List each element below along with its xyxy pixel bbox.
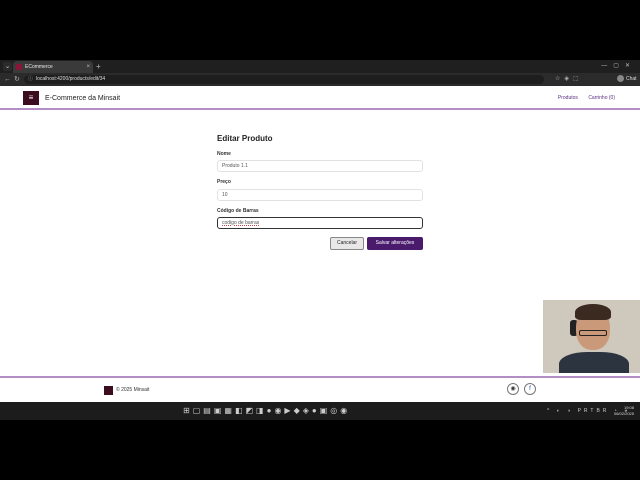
person-glasses bbox=[579, 330, 607, 336]
barcode-field[interactable]: codigo de barras bbox=[217, 217, 423, 229]
avatar bbox=[617, 75, 624, 83]
screen: ⌄ ECommerce × + —▢✕ ← ↻ ⓘ localhost:4200… bbox=[0, 60, 640, 420]
extension-icons[interactable]: ☆◈⬚ bbox=[555, 75, 583, 84]
tab-search-icon[interactable]: ⌄ bbox=[3, 62, 12, 71]
save-button[interactable]: Salvar alterações bbox=[367, 237, 423, 250]
taskbar-clock[interactable]: 19:08 06/02/2025 bbox=[614, 405, 634, 417]
os-taskbar: ⊞▢▤▣▦◧◩◨●◉▶◆◈●▣◎◉ ^ ◐ ◑ PRTBR ◔ ◕ ◖ 19:0… bbox=[0, 402, 640, 420]
minsait-logo-icon[interactable]: ≡ bbox=[23, 91, 39, 105]
browser-toolbar: ← ↻ ⓘ localhost:4200/products/edit/34 ☆◈… bbox=[0, 73, 640, 86]
favicon-icon bbox=[16, 64, 22, 70]
copyright-text: © 2025 Minsait bbox=[116, 387, 150, 393]
price-value: 10 bbox=[222, 192, 228, 198]
footer-logo-icon bbox=[104, 386, 113, 395]
tab-title: ECommerce bbox=[25, 64, 53, 70]
nav-link-produtos[interactable]: Produtos bbox=[558, 95, 578, 101]
nav-link-carrinho[interactable]: Carrinho (0) bbox=[588, 95, 615, 101]
page-title: Editar Produto bbox=[217, 134, 273, 143]
address-bar[interactable]: ⓘ localhost:4200/products/edit/34 bbox=[24, 75, 544, 84]
browser-tab-bar: ⌄ ECommerce × + —▢✕ bbox=[0, 60, 640, 73]
github-icon[interactable]: ◉ bbox=[507, 383, 519, 395]
name-field[interactable]: Produto 1.1 bbox=[217, 160, 423, 172]
reload-icon[interactable]: ↻ bbox=[14, 75, 20, 84]
site-info-icon[interactable]: ⓘ bbox=[28, 76, 33, 83]
cancel-button[interactable]: Cancelar bbox=[330, 237, 364, 250]
new-tab-icon[interactable]: + bbox=[96, 62, 101, 71]
profile-label: Chat bbox=[626, 76, 637, 82]
barcode-label: Código de Barras bbox=[217, 208, 259, 214]
name-label: Nome bbox=[217, 151, 231, 157]
back-icon[interactable]: ← bbox=[4, 75, 11, 84]
person-shirt bbox=[559, 352, 629, 373]
window-controls[interactable]: —▢✕ bbox=[601, 61, 636, 71]
app-header: ≡ E-Commerce da Minsait Produtos Carrinh… bbox=[0, 86, 640, 110]
browser-tab[interactable]: ECommerce × bbox=[13, 61, 93, 73]
barcode-value: codigo de barras bbox=[222, 220, 260, 226]
app-footer: © 2025 Minsait ◉ f bbox=[0, 376, 640, 402]
taskbar-apps[interactable]: ⊞▢▤▣▦◧◩◨●◉▶◆◈●▣◎◉ bbox=[183, 405, 350, 417]
person-hair bbox=[575, 304, 611, 320]
language-indicator[interactable]: PRTBR bbox=[578, 408, 610, 414]
url-text: localhost:4200/products/edit/34 bbox=[36, 76, 106, 82]
profile-button[interactable]: Chat bbox=[617, 75, 637, 84]
webcam-overlay bbox=[543, 300, 640, 373]
price-label: Preço bbox=[217, 179, 231, 185]
facebook-icon[interactable]: f bbox=[524, 383, 536, 395]
close-icon[interactable]: × bbox=[86, 63, 90, 71]
clock-date: 06/02/2025 bbox=[613, 411, 634, 416]
price-field[interactable]: 10 bbox=[217, 189, 423, 201]
name-value: Produto 1.1 bbox=[222, 163, 248, 169]
main-nav: Produtos Carrinho (0) bbox=[549, 95, 615, 102]
brand-title[interactable]: E-Commerce da Minsait bbox=[45, 94, 120, 103]
